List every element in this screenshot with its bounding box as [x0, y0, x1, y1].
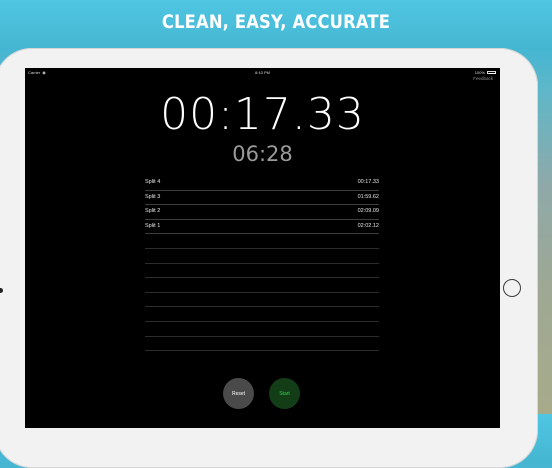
empty-split-row	[145, 234, 379, 249]
split-row: Split 1 02:02.12	[145, 220, 379, 235]
reset-button[interactable]: Reset	[223, 378, 254, 409]
split-row: Split 3 01:59.62	[145, 191, 379, 206]
status-time: 8:43 PM	[255, 70, 270, 75]
battery-icon	[487, 71, 496, 74]
split-time: 01:59.62	[357, 193, 379, 200]
feedback-button[interactable]: Feedback	[473, 76, 493, 81]
battery-percent: 100%	[474, 70, 485, 75]
split-row: Split 4 00:17.33	[145, 176, 379, 191]
splits-list: Split 4 00:17.33 Split 3 01:59.62 Split …	[145, 176, 379, 352]
split-time: 00:17.33	[357, 179, 379, 185]
empty-split-row	[145, 322, 379, 337]
split-name: Split 4	[145, 179, 161, 185]
empty-split-row	[145, 337, 379, 352]
split-name: Split 1	[145, 222, 161, 229]
split-name: Split 2	[145, 208, 161, 215]
empty-split-row	[145, 278, 379, 293]
front-camera	[0, 288, 3, 293]
empty-split-row	[145, 293, 379, 308]
split-time: 02:02.12	[357, 222, 379, 229]
split-name: Split 3	[145, 193, 161, 200]
status-bar: Carrier ◉ 8:43 PM 100%	[25, 68, 500, 78]
status-battery: 100%	[475, 70, 496, 75]
split-time: 02:09.09	[357, 208, 379, 215]
promo-headline: CLEAN, EASY, ACCURATE	[161, 11, 391, 33]
home-button[interactable]	[503, 279, 521, 297]
main-time-display: 00:17.33	[160, 89, 365, 140]
app-screen: Carrier ◉ 8:43 PM 100% Feedback 00:17.33 …	[25, 68, 500, 428]
split-row: Split 2 02:09.09	[145, 205, 379, 220]
empty-split-row	[145, 307, 379, 322]
start-button[interactable]: Start	[269, 378, 300, 409]
lap-time-display: 06:28	[232, 142, 293, 166]
empty-split-row	[145, 249, 379, 264]
empty-split-row	[145, 264, 379, 279]
